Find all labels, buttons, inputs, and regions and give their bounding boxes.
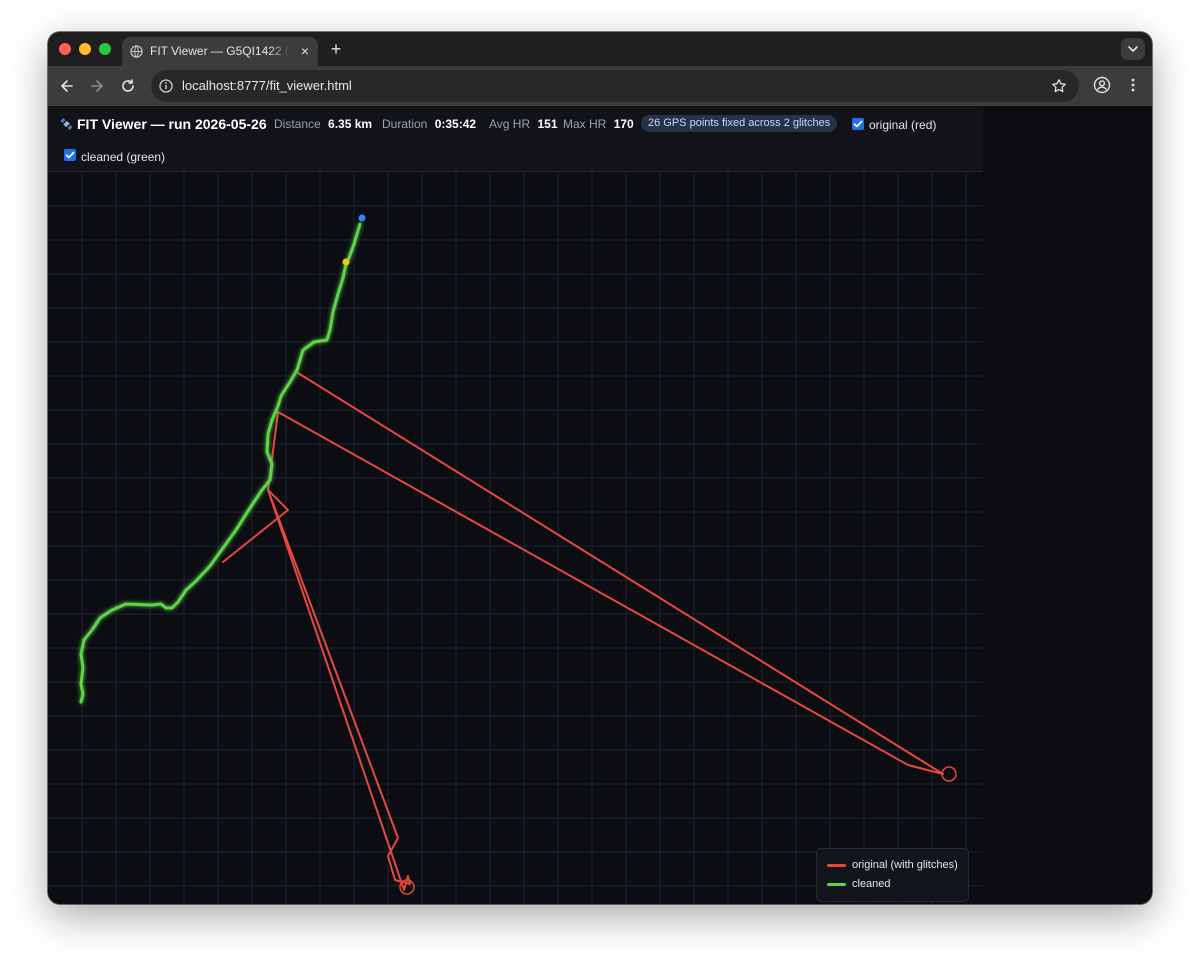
stat-avg-hr: Avg HR 151 xyxy=(489,117,558,131)
stat-duration: Duration 0:35:42 xyxy=(382,117,476,131)
glitch-marker-east xyxy=(941,766,957,782)
tab-title: FIT Viewer — G5QI1422 (run 2 xyxy=(150,44,290,58)
route-map[interactable] xyxy=(48,172,983,904)
chevron-down-icon xyxy=(1128,46,1138,52)
checkmark-icon xyxy=(853,120,863,128)
legend-cleaned-swatch xyxy=(827,883,846,886)
checkmark-icon xyxy=(65,151,75,159)
minimize-window-button[interactable] xyxy=(79,43,91,55)
tab-bar: FIT Viewer — G5QI1422 (run 2 × + xyxy=(48,32,1152,66)
stat-distance-label: Distance xyxy=(274,117,321,131)
site-info-icon[interactable] xyxy=(159,79,173,93)
stat-distance: Distance 6.35 km xyxy=(274,117,372,131)
stat-avg-hr-label: Avg HR xyxy=(489,117,531,131)
url-text[interactable]: localhost:8777/fit_viewer.html xyxy=(182,78,352,94)
viewer-header: FIT Viewer — run 2026-05-26 Distance 6.3… xyxy=(48,106,983,172)
close-window-button[interactable] xyxy=(59,43,71,55)
legend-original-swatch xyxy=(827,864,846,867)
page-title: FIT Viewer — run 2026-05-26 xyxy=(77,116,267,132)
map-legend: original (with glitches) cleaned xyxy=(816,848,969,902)
legend-cleaned-label: cleaned xyxy=(852,878,891,890)
tab-search-button[interactable] xyxy=(1121,38,1145,60)
address-bar[interactable]: localhost:8777/fit_viewer.html xyxy=(151,70,1079,102)
kebab-menu-icon[interactable] xyxy=(1126,76,1140,94)
stat-max-hr-value: 170 xyxy=(613,117,634,131)
legend-original-label: original (with glitches) xyxy=(852,859,958,871)
maximize-window-button[interactable] xyxy=(99,43,111,55)
bookmark-star-icon[interactable] xyxy=(1051,78,1067,94)
reload-icon[interactable] xyxy=(118,76,138,96)
route-start-marker xyxy=(358,214,366,222)
browser-tab[interactable]: FIT Viewer — G5QI1422 (run 2 × xyxy=(122,37,318,66)
stat-max-hr: Max HR 170 xyxy=(563,117,634,131)
tab-close-icon[interactable]: × xyxy=(298,43,312,59)
forward-arrow-icon[interactable] xyxy=(87,76,107,96)
profile-icon[interactable] xyxy=(1093,76,1111,94)
browser-window: FIT Viewer — G5QI1422 (run 2 × + lo xyxy=(48,32,1152,904)
original-toggle-label[interactable]: original (red) xyxy=(869,118,936,132)
stat-duration-value: 0:35:42 xyxy=(434,117,477,131)
gps-fix-badge: 26 GPS points fixed across 2 glitches xyxy=(641,115,838,132)
stat-duration-label: Duration xyxy=(382,117,428,131)
back-arrow-icon[interactable] xyxy=(57,76,77,96)
cleaned-toggle-checkbox[interactable] xyxy=(64,149,76,161)
new-tab-button[interactable]: + xyxy=(328,39,344,59)
map-grid xyxy=(48,172,983,904)
browser-toolbar: localhost:8777/fit_viewer.html xyxy=(48,66,1152,106)
route-end-marker xyxy=(342,258,350,266)
satellite-icon xyxy=(60,118,73,130)
page-content: FIT Viewer — run 2026-05-26 Distance 6.3… xyxy=(48,106,1152,904)
cleaned-route-line xyxy=(79,222,362,704)
stat-distance-value: 6.35 km xyxy=(328,117,373,131)
stat-avg-hr-value: 151 xyxy=(537,117,558,131)
cleaned-toggle-label[interactable]: cleaned (green) xyxy=(81,150,165,164)
original-route-line xyxy=(222,372,944,891)
globe-icon xyxy=(130,45,143,58)
original-toggle-checkbox[interactable] xyxy=(852,118,864,130)
stat-max-hr-label: Max HR xyxy=(563,117,607,131)
